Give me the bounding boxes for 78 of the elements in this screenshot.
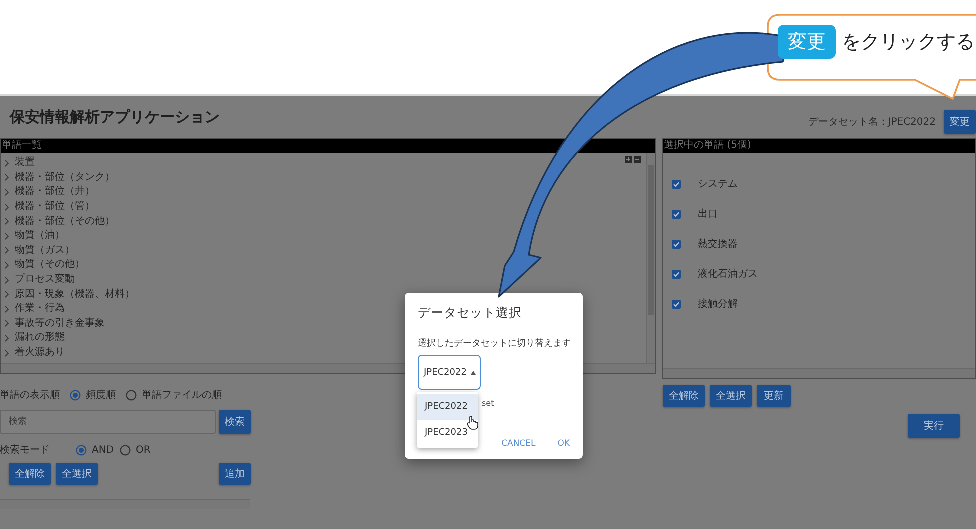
radio-label[interactable]: OR [136,444,151,456]
tree-item[interactable]: 着火源あり [15,347,65,360]
word-label: システム [698,178,738,191]
action-button[interactable]: 全解除 [663,385,705,407]
search-mode-label: 検索モード [0,444,50,457]
dataset-select[interactable]: JPEC2022 [418,355,481,390]
chevron-icon[interactable] [5,306,9,313]
menu-option[interactable]: JPEC2022 [417,394,478,420]
tree-item[interactable]: 機器・部位（管） [15,201,95,214]
app-title: 保安情報解析アプリケーション [10,108,220,126]
chevron-icon[interactable] [5,291,9,298]
word-label: 液化石油ガス [698,268,758,281]
word-label: 熱交換器 [698,238,738,251]
chevron-icon[interactable] [5,160,9,167]
callout-text: をクリックする [842,30,975,55]
run-button[interactable]: 実行 [908,414,960,438]
checkbox[interactable] [672,210,681,218]
radio-button[interactable] [126,390,137,400]
word-label: 接触分解 [698,298,738,311]
panel-header: 選択中の単語 (5個) [663,139,975,153]
tree-item[interactable]: 事故等の引き金事象 [15,318,105,330]
word-label: 出口 [698,208,718,221]
search-field[interactable]: 検索 [0,410,216,434]
tree-item[interactable]: 物質（その他） [15,259,85,272]
chevron-icon[interactable] [5,218,9,226]
checkbox[interactable] [672,270,681,278]
checkbox[interactable] [672,180,681,188]
chevron-icon[interactable] [5,188,9,196]
tree-item[interactable]: 物質（ガス） [15,244,75,257]
action-button[interactable]: 全選択 [710,385,752,407]
chevron-icon[interactable] [5,276,9,284]
action-button[interactable]: 全解除 [9,463,51,485]
action-button[interactable]: 全選択 [56,463,98,485]
chevron-icon[interactable] [5,247,9,254]
chevron-icon[interactable] [5,350,9,357]
collapse-all-icon[interactable] [634,156,641,163]
expand-all-icon[interactable] [625,156,632,163]
tree-item[interactable]: 機器・部位（その他） [15,216,115,228]
helper-text: set [482,399,496,408]
action-button[interactable]: 更新 [757,385,791,407]
tree-item[interactable]: プロセス変動 [15,274,75,286]
radio-button[interactable] [120,444,132,456]
tree-item[interactable]: 装置 [15,157,35,170]
chevron-icon[interactable] [5,320,9,328]
checkbox[interactable] [672,300,681,308]
menu-option[interactable]: JPEC2023 [417,420,478,446]
chevron-icon[interactable] [5,334,9,342]
add-button[interactable]: 追加 [219,463,251,485]
dialog-title: データセット選択 [418,305,523,322]
tree-item[interactable]: 機器・部位（井） [15,186,95,198]
display-order-label: 単語の表示順 [0,388,60,402]
chevron-icon[interactable] [5,262,9,269]
radio-button[interactable] [70,390,81,400]
radio-button[interactable] [76,444,87,456]
radio-label[interactable]: AND [92,444,114,456]
scrollbar[interactable] [646,153,655,363]
panel-header: 単語一覧 [1,139,655,153]
checkbox[interactable] [672,240,681,248]
callout-badge: 変更 [778,25,836,59]
tree-item[interactable]: 物質（油） [15,230,65,242]
dialog-button[interactable]: OK [558,439,570,449]
tree-item[interactable]: 漏れの形態 [15,332,65,344]
tree-item[interactable]: 作業・行為 [15,303,65,316]
search-button[interactable]: 検索 [219,410,251,434]
dialog-button[interactable]: CANCEL [502,439,536,449]
chevron-icon[interactable] [5,232,9,240]
radio-label[interactable]: 頻度順 [86,388,116,402]
change-button[interactable]: 変更 [944,110,976,134]
caret-up-icon [470,370,476,374]
scrollbar[interactable] [663,368,975,378]
hand-pointer-icon [467,416,479,430]
tree-item[interactable]: 原因・現象（機器、材料） [15,288,135,301]
chevron-icon[interactable] [5,174,9,182]
dataset-name: データセット名：JPEC2022 [808,116,936,129]
radio-label[interactable]: 単語ファイルの順 [142,388,222,402]
tree-item[interactable]: 機器・部位（タンク） [15,172,115,184]
chevron-icon[interactable] [5,204,9,211]
dialog-message: 選択したデータセットに切り替えます [418,338,571,350]
